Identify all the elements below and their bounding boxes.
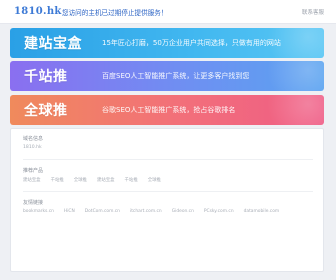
friend-link[interactable]: PCsky.com.cn — [204, 209, 234, 214]
friend-link[interactable]: Gideon.cn — [172, 209, 194, 214]
friend-link[interactable]: datamobile.com — [244, 209, 280, 214]
products-list: 建站宝盒 千站推 全球推 建站宝盒 千站推 全球推 — [23, 177, 161, 183]
products-label: 推荐产品 — [23, 168, 44, 174]
banner-title: 千站推 — [24, 69, 68, 85]
banner-description: 15年匠心打磨，50万企业用户共同选择，只做有用的网站 — [102, 39, 281, 47]
banner-description: 谷歌SEO人工智能推广系统，抢占谷歌排名 — [102, 106, 236, 114]
product-link[interactable]: 全球推 — [74, 177, 87, 183]
banner-title: 全球推 — [24, 103, 68, 119]
product-link[interactable]: 千站推 — [51, 177, 64, 183]
divider — [23, 191, 313, 192]
product-link[interactable]: 建站宝盒 — [23, 177, 41, 183]
expired-notice: 您访问的主机已过期停止提供服务！ — [62, 9, 168, 17]
banner-title: 建站宝盒 — [24, 36, 82, 52]
site-domain[interactable]: 1810.hk — [14, 6, 62, 17]
banner-quanqiutui[interactable]: 全球推 谷歌SEO人工智能推广系统，抢占谷歌排名 — [10, 95, 324, 125]
links-label: 友情链接 — [23, 200, 44, 206]
banner-decoration — [244, 95, 324, 125]
domain-info-label: 域名信息 — [23, 136, 44, 142]
friend-link[interactable]: itchart.com.cn — [130, 209, 162, 214]
friend-link[interactable]: HiCN — [64, 209, 75, 214]
banner-jianzhan[interactable]: 建站宝盒 15年匠心打磨，50万企业用户共同选择，只做有用的网站 — [10, 28, 324, 58]
domain-info-value: 1810.hk — [23, 145, 42, 150]
contact-link[interactable]: 联系客服 — [302, 8, 324, 16]
info-panel: 域名信息 1810.hk 推荐产品 建站宝盒 千站推 全球推 建站宝盒 千站推 … — [10, 128, 324, 272]
links-list: bookmarks.cn HiCN DotCom.com.cn itchart.… — [23, 209, 279, 214]
banner-qianzhantui[interactable]: 千站推 百度SEO人工智能推广系统，让更多客户找到您 — [10, 61, 324, 91]
banner-description: 百度SEO人工智能推广系统，让更多客户找到您 — [102, 72, 250, 80]
friend-link[interactable]: bookmarks.cn — [23, 209, 54, 214]
divider — [23, 159, 313, 160]
product-link[interactable]: 千站推 — [125, 177, 138, 183]
top-bar: 1810.hk 您访问的主机已过期停止提供服务！ 联系客服 — [0, 0, 336, 24]
product-link[interactable]: 全球推 — [148, 177, 161, 183]
friend-link[interactable]: DotCom.com.cn — [85, 209, 120, 214]
product-link[interactable]: 建站宝盒 — [97, 177, 115, 183]
banner-decoration — [244, 61, 324, 91]
